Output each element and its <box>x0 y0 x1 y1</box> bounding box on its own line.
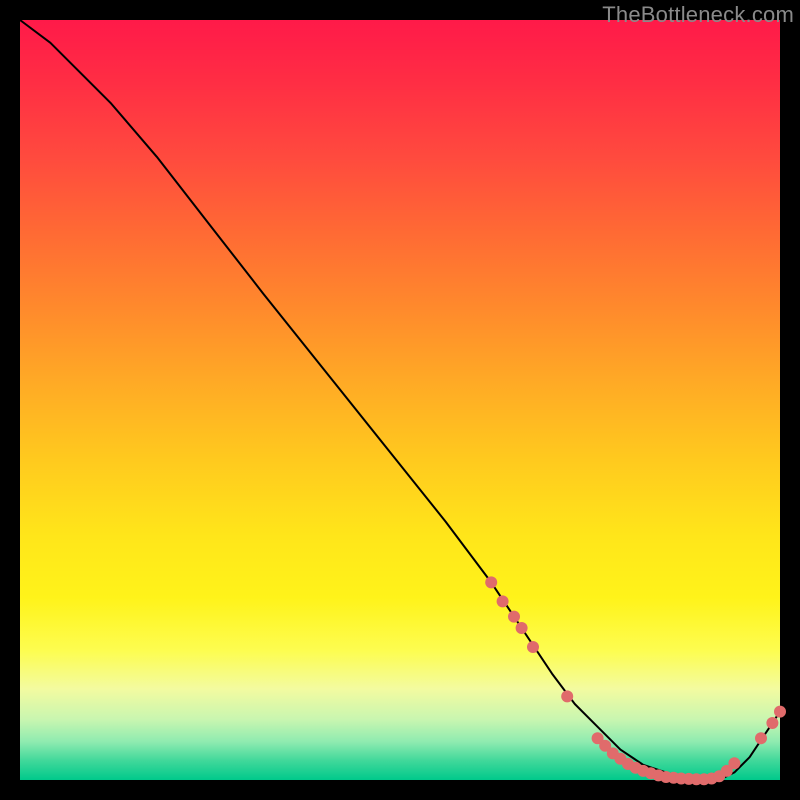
scatter-dot <box>497 595 509 607</box>
plot-area <box>20 20 780 780</box>
scatter-dot <box>485 576 497 588</box>
chart-stage: TheBottleneck.com <box>0 0 800 800</box>
scatter-dot <box>516 622 528 634</box>
chart-overlay <box>20 20 780 780</box>
scatter-dot <box>755 732 767 744</box>
scatter-dot <box>728 757 740 769</box>
scatter-dot <box>774 706 786 718</box>
scatter-dot <box>766 717 778 729</box>
bottleneck-curve <box>20 20 780 780</box>
scatter-dot <box>527 641 539 653</box>
watermark-text: TheBottleneck.com <box>602 2 794 28</box>
scatter-group <box>485 576 786 785</box>
scatter-dot <box>508 611 520 623</box>
scatter-dot <box>561 690 573 702</box>
